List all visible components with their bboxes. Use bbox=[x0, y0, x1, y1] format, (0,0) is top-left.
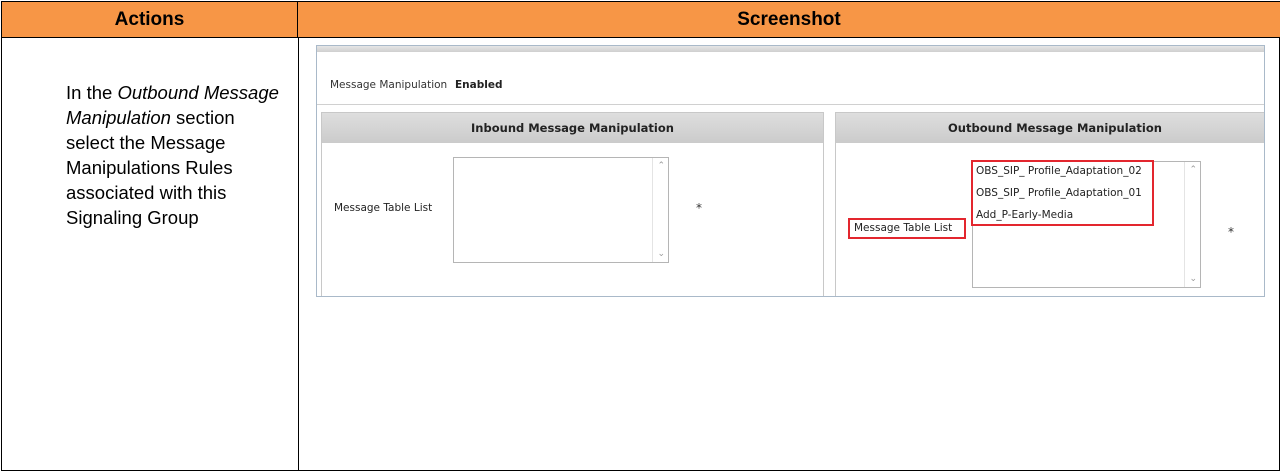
message-manipulation-label: Message Manipulation bbox=[330, 79, 448, 91]
scroll-down-icon[interactable]: ⌄ bbox=[1189, 274, 1197, 284]
instruction-part1: In the bbox=[66, 82, 118, 103]
screenshot-column-header: Screenshot bbox=[298, 2, 1280, 38]
embedded-screenshot: Message Manipulation Enabled Inbound Mes… bbox=[316, 45, 1265, 297]
selected-items-highlight bbox=[971, 160, 1154, 226]
inbound-message-table-label: Message Table List bbox=[334, 202, 433, 214]
action-instruction: In the Outbound Message Manipulation sec… bbox=[66, 80, 286, 230]
message-manipulation-row: Message Manipulation Enabled bbox=[317, 52, 1264, 105]
inbound-list-scrollbar[interactable]: ⌃ ⌄ bbox=[652, 158, 668, 262]
column-divider bbox=[298, 38, 299, 471]
inbound-panel-title: Inbound Message Manipulation bbox=[322, 113, 823, 143]
outbound-panel: Outbound Message Manipulation Message Ta… bbox=[835, 112, 1264, 296]
outbound-required-mark: * bbox=[1228, 225, 1234, 239]
inbound-required-mark: * bbox=[696, 201, 702, 215]
outbound-message-table-label: Message Table List bbox=[854, 222, 953, 234]
outbound-list-scrollbar[interactable]: ⌃ ⌄ bbox=[1184, 162, 1200, 287]
scroll-up-icon[interactable]: ⌃ bbox=[1189, 165, 1197, 175]
scroll-up-icon[interactable]: ⌃ bbox=[657, 161, 665, 171]
message-manipulation-value: Enabled bbox=[455, 79, 503, 91]
outbound-panel-title: Outbound Message Manipulation bbox=[836, 113, 1264, 143]
scroll-down-icon[interactable]: ⌄ bbox=[657, 249, 665, 259]
inbound-message-table-list[interactable]: ⌃ ⌄ bbox=[453, 157, 669, 263]
actions-column-header: Actions bbox=[2, 2, 298, 38]
inbound-panel: Inbound Message Manipulation Message Tab… bbox=[321, 112, 824, 296]
